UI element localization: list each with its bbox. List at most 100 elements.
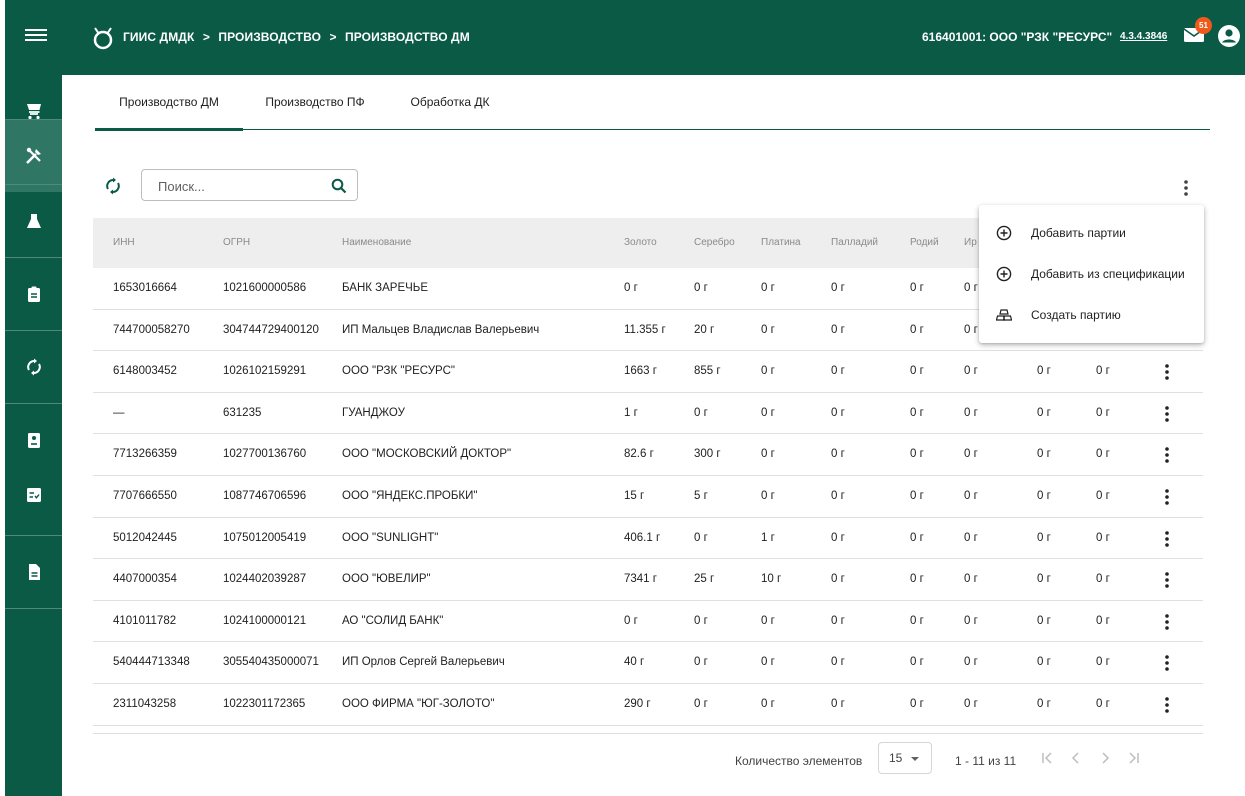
breadcrumb-separator: > xyxy=(329,30,337,44)
cell-palladium: 0 г xyxy=(831,323,845,336)
page-size-value: 15 xyxy=(889,751,903,765)
column-header-silver[interactable]: Серебро xyxy=(694,218,735,268)
sidebar-divider xyxy=(5,608,62,609)
badge-icon xyxy=(27,433,40,448)
version-link[interactable]: 4.3.4.3846 xyxy=(1120,31,1167,42)
sidebar-item-production[interactable] xyxy=(5,120,62,192)
breadcrumb-root[interactable]: ГИИС ДМДК xyxy=(123,30,194,44)
menu-item-create-batch[interactable]: Создать партию xyxy=(979,295,1204,335)
column-header-name[interactable]: Наименование xyxy=(342,218,411,268)
hamburger-menu-icon[interactable] xyxy=(25,26,47,48)
page-size-label: Количество элементов xyxy=(735,754,863,768)
column-header-inn[interactable]: ИНН xyxy=(113,218,135,268)
cell-ogrn: 1021600000586 xyxy=(223,282,307,294)
row-more-vertical-icon[interactable] xyxy=(1159,570,1175,590)
row-more-vertical-icon[interactable] xyxy=(1159,612,1175,632)
table-row[interactable]: 4407000354 1024402039287 ООО "ЮВЕЛИР" 7341 … xyxy=(93,559,1203,601)
table-row[interactable]: 7707666550 1087746706596 ООО "ЯНДЕКС.ПРОБК… xyxy=(93,476,1203,518)
cell-inn: 5012042445 xyxy=(113,531,177,544)
menu-item-add-batches[interactable]: Добавить партии xyxy=(979,213,1204,253)
cell-silver: 0 г xyxy=(694,614,708,627)
sidebar xyxy=(5,75,62,796)
column-header-palladium[interactable]: Палладий xyxy=(831,218,878,268)
more-vertical-icon[interactable] xyxy=(1178,178,1194,198)
column-header-iridium[interactable]: Ир xyxy=(964,218,977,268)
cell-silver: 0 г xyxy=(694,697,708,710)
menu-item-add-from-spec[interactable]: Добавить из спецификации xyxy=(979,254,1204,294)
chevron-down-icon xyxy=(911,757,919,761)
table-row[interactable]: 5012042445 1075012005419 ООО "SUNLIGHT" 406… xyxy=(93,518,1203,560)
row-more-vertical-icon[interactable] xyxy=(1159,487,1175,507)
cell-iridium: 0 г xyxy=(964,365,978,378)
cell-rhodium: 0 г xyxy=(910,323,924,336)
table-row[interactable]: 540444713348 305540435000071 ИП Орлов Серг… xyxy=(93,642,1203,684)
sidebar-item-lab[interactable] xyxy=(5,185,62,257)
cell-iridium: 0 г xyxy=(964,656,978,669)
table-row[interactable]: 6148003452 1026102159291 ООО "РЗК "РЕСУРС"… xyxy=(93,351,1203,393)
refresh-icon[interactable] xyxy=(103,176,123,196)
row-more-vertical-icon[interactable] xyxy=(1159,404,1175,424)
sidebar-item-documents[interactable] xyxy=(5,258,62,330)
table-row[interactable]: 7713266359 1027700136760 ООО "МОСКОВСКИЙ Д… xyxy=(93,434,1203,476)
row-more-vertical-icon[interactable] xyxy=(1159,445,1175,465)
cell-silver: 0 г xyxy=(694,656,708,669)
column-header-rhodium[interactable]: Родий xyxy=(910,218,939,268)
cell-iridium: 0 г xyxy=(964,406,978,419)
tab-production-pf[interactable]: Производство ПФ xyxy=(255,88,375,130)
tools-icon xyxy=(25,147,41,164)
table-row[interactable]: — 631235 ГУАНДЖОУ 1 г 0 г 0 г 0 г 0 г 0 г 0 г 0 г xyxy=(93,393,1203,435)
column-header-platinum[interactable]: Платина xyxy=(761,218,801,268)
row-more-vertical-icon[interactable] xyxy=(1159,362,1175,382)
page-range: 1 - 11 из 11 xyxy=(955,754,1017,768)
tab-production-dm[interactable]: Производство ДМ xyxy=(95,88,243,131)
organization-selector[interactable]: 616401001: ООО "РЗК "РЕСУРС" xyxy=(922,30,1112,44)
cell-gold: 0 г xyxy=(624,282,638,294)
last-page-icon[interactable] xyxy=(1124,748,1144,768)
next-page-icon[interactable] xyxy=(1095,748,1115,768)
row-more-vertical-icon[interactable] xyxy=(1159,695,1175,715)
cell-palladium: 0 г xyxy=(831,489,845,502)
cell-palladium: 0 г xyxy=(831,365,845,378)
cell-name: БАНК ЗАРЕЧЬЕ xyxy=(342,282,429,294)
cell-ruthenium: 0 г xyxy=(1037,697,1051,710)
cell-iridium: 0 г xyxy=(964,697,978,710)
cell-gold: 15 г xyxy=(624,489,645,502)
cell-palladium: 0 г xyxy=(831,282,845,294)
first-page-icon[interactable] xyxy=(1037,748,1057,768)
row-more-vertical-icon[interactable] xyxy=(1159,529,1175,549)
cell-ruthenium: 0 г xyxy=(1037,656,1051,669)
cell-palladium: 0 г xyxy=(831,448,845,461)
cell-ogrn: 1024402039287 xyxy=(223,573,307,586)
search-icon[interactable] xyxy=(331,178,347,194)
table-row[interactable]: 2311043258 1022301172365 ООО ФИРМА "ЮГ-ЗОЛ… xyxy=(93,684,1203,726)
column-header-ogrn[interactable]: ОГРН xyxy=(223,218,250,268)
sidebar-item-reports[interactable] xyxy=(5,536,62,608)
cell-name: ООО "ЮВЕЛИР" xyxy=(342,573,431,586)
cell-silver: 0 г xyxy=(694,406,708,419)
sync-icon xyxy=(26,358,41,376)
checklist-icon xyxy=(26,488,41,502)
sidebar-item-exchange[interactable] xyxy=(5,331,62,403)
cell-name: ИП Мальцев Владислав Валерьевич xyxy=(342,323,540,336)
tab-processing-dk[interactable]: Обработка ДК xyxy=(390,88,510,130)
page-size-select[interactable]: 15 xyxy=(878,742,932,774)
cell-name: ООО "РЗК "РЕСУРС" xyxy=(342,365,455,378)
previous-page-icon[interactable] xyxy=(1066,748,1086,768)
cell-osmium: 0 г xyxy=(1096,697,1110,710)
cell-ruthenium: 0 г xyxy=(1037,365,1051,378)
breadcrumb-section[interactable]: ПРОИЗВОДСТВО xyxy=(218,30,321,44)
table-row[interactable]: 4101011782 1024100000121 АО "СОЛИД БАНК" 0 … xyxy=(93,601,1203,643)
sidebar-item-tasks[interactable] xyxy=(5,459,62,531)
cell-rhodium: 0 г xyxy=(910,448,924,461)
cell-gold: 11.355 г xyxy=(624,323,666,336)
search-input[interactable] xyxy=(158,177,318,195)
cell-osmium: 0 г xyxy=(1096,656,1110,669)
row-more-vertical-icon[interactable] xyxy=(1159,653,1175,673)
cell-osmium: 0 г xyxy=(1096,614,1110,627)
user-account-icon[interactable] xyxy=(1217,24,1241,48)
cell-silver: 5 г xyxy=(694,489,708,502)
column-header-gold[interactable]: Золото xyxy=(624,218,657,268)
cell-iridium: 0 г xyxy=(964,614,978,627)
cell-gold: 1 г xyxy=(624,406,638,419)
cell-silver: 855 г xyxy=(694,365,721,378)
